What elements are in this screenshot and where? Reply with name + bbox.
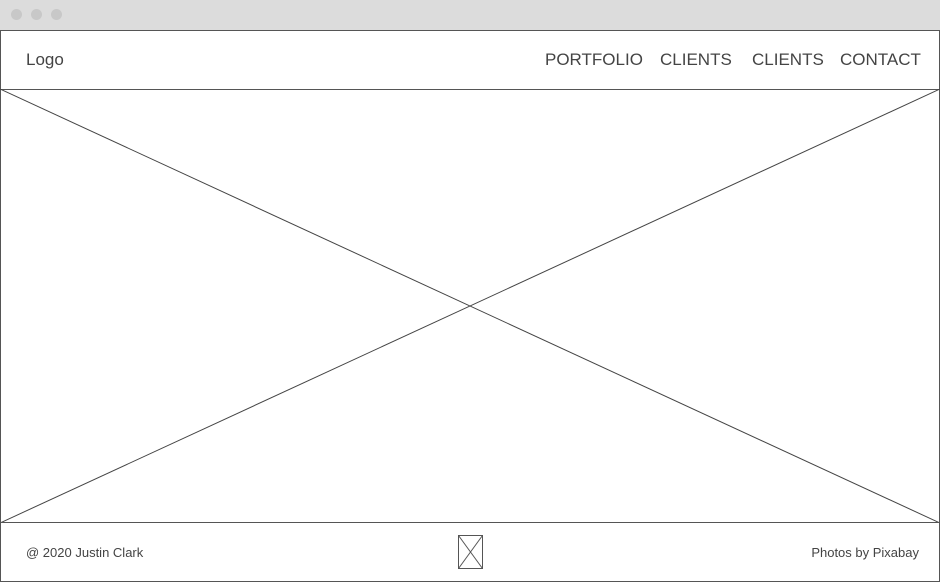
logo[interactable]: Logo	[26, 50, 64, 70]
nav-contact[interactable]: CONTACT	[840, 50, 921, 70]
window-close-button[interactable]	[11, 9, 22, 20]
nav-portfolio[interactable]: PORTFOLIO	[545, 50, 643, 70]
nav-clients[interactable]: CLIENTS	[660, 50, 732, 70]
nav-clients-2[interactable]: CLIENTS	[752, 50, 824, 70]
photo-credit-text: Photos by Pixabay	[811, 545, 919, 560]
window-maximize-button[interactable]	[51, 9, 62, 20]
window-minimize-button[interactable]	[31, 9, 42, 20]
image-placeholder-icon	[458, 535, 483, 569]
hero-image-placeholder-icon	[0, 89, 940, 523]
window-titlebar	[0, 0, 940, 30]
copyright-text: @ 2020 Justin Clark	[26, 545, 144, 560]
